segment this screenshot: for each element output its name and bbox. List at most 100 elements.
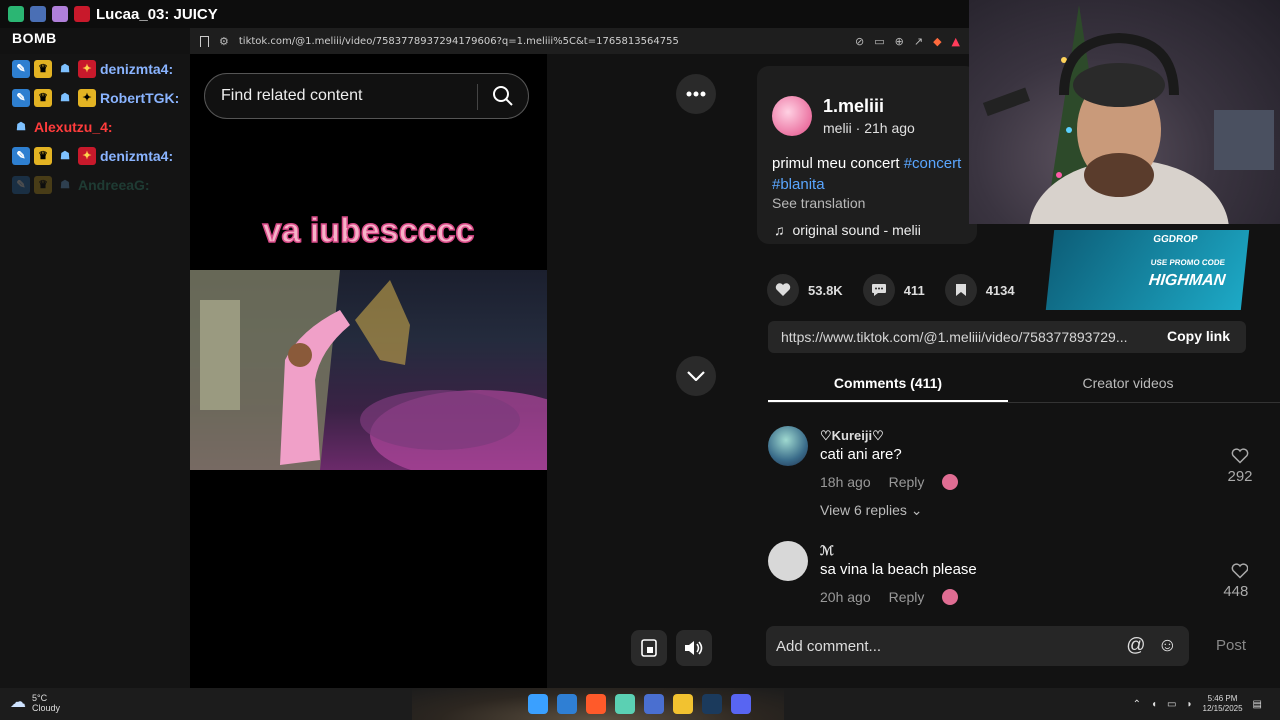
video-frame[interactable]: [190, 270, 547, 470]
like-stat[interactable]: 53.8K: [767, 274, 843, 306]
screen: Lucaa_03: JUICY BOMB ⚙ tiktok.com/@1.mel…: [0, 0, 1280, 720]
promo-label: USE PROMO CODE: [1150, 258, 1226, 267]
heart-outline-icon: [1231, 563, 1248, 579]
zoom-icon[interactable]: ⊕: [895, 35, 904, 48]
chat-message: ✎ ♛ ☗ AndreeaG:: [0, 170, 190, 199]
moderator-icon: ✎: [12, 88, 30, 107]
heart-icon[interactable]: [767, 274, 799, 306]
cloud-icon: ☁: [10, 694, 26, 711]
network-icon[interactable]: ▭: [1167, 699, 1176, 710]
photos-icon[interactable]: [615, 694, 635, 714]
miniplayer-button[interactable]: [631, 630, 667, 666]
commenter-avatar[interactable]: [768, 426, 808, 466]
post-caption: primul meu concert #concert #blanita: [772, 153, 972, 195]
browser-address-bar[interactable]: ⚙ tiktok.com/@1.meliii/video/75837789372…: [190, 28, 970, 54]
comment-stat[interactable]: 411: [862, 274, 925, 306]
brave-browser-icon[interactable]: [586, 694, 606, 714]
emoji-icon[interactable]: ☺: [1158, 635, 1177, 657]
more-options-button[interactable]: [676, 74, 716, 114]
weather-widget[interactable]: ☁ 5°C Cloudy: [10, 693, 60, 713]
share-icon[interactable]: ↗: [914, 35, 923, 48]
chevron-up-icon[interactable]: ⌃: [1133, 699, 1141, 710]
creator-avatar[interactable]: [772, 96, 812, 136]
comment-like[interactable]: 4481: [1220, 563, 1248, 600]
commenter-avatar[interactable]: [768, 541, 808, 581]
bookmark-icon[interactable]: [200, 35, 209, 47]
creator-liked-avatar: [942, 474, 959, 490]
chat-message: ✎ ♛ ☗ ✦ denizmta4:: [0, 54, 190, 83]
url-field[interactable]: tiktok.com/@1.meliii/video/7583778937294…: [239, 36, 845, 47]
commenter-name[interactable]: ℳ: [820, 543, 834, 559]
moderator-icon: ✎: [12, 59, 30, 78]
reply-button[interactable]: Reply: [889, 474, 925, 490]
ghost-icon: ☗: [60, 63, 70, 75]
comment-time: 18h ago: [820, 474, 871, 490]
sub-badge-icon: ✦: [78, 88, 96, 107]
taskbar-apps: [528, 694, 751, 714]
view-replies-button[interactable]: View 6 replies ⌄: [820, 502, 923, 519]
discord-icon[interactable]: [731, 694, 751, 714]
related-search-input[interactable]: Find related content: [204, 73, 529, 119]
video-controls: [547, 54, 737, 688]
no-camera-icon[interactable]: ⊘: [855, 35, 864, 48]
clock[interactable]: 5:46 PM 12/15/2025: [1203, 694, 1243, 714]
comment-meta: 18h ago Reply: [820, 474, 959, 490]
sound-link[interactable]: ♫ original sound - melii: [774, 222, 921, 238]
hashtag-link[interactable]: #blanita: [772, 176, 825, 193]
tab-creator-videos[interactable]: Creator videos: [1008, 364, 1248, 402]
creator-subline: melii · 21h ago: [823, 120, 915, 136]
brave-shield-icon[interactable]: ◆: [933, 35, 941, 48]
steam-icon[interactable]: [702, 694, 722, 714]
comment-meta: 20h ago Reply: [820, 589, 959, 605]
bomb-label: BOMB: [12, 30, 57, 46]
copy-link-button[interactable]: Copy link: [1167, 328, 1230, 344]
save-count: 4134: [985, 282, 1015, 298]
badge-icon: [8, 6, 24, 22]
rewards-icon[interactable]: ▲: [952, 35, 960, 48]
creator-username[interactable]: 1.meliii: [823, 96, 884, 117]
video-player[interactable]: Find related content va iubescccc: [190, 54, 547, 688]
task-view-icon[interactable]: [557, 694, 577, 714]
see-translation-link[interactable]: See translation: [772, 195, 865, 211]
chat-message: ✎ ♛ ☗ ✦ denizmta4:: [0, 141, 190, 170]
windows-start-icon[interactable]: [528, 694, 548, 714]
screen-icon[interactable]: ▭: [874, 35, 884, 48]
tab-comments[interactable]: Comments (411): [768, 364, 1008, 402]
music-note-icon: ♫: [774, 222, 785, 238]
bookmark-icon[interactable]: [944, 274, 977, 306]
chat-username: Alexutzu_4:: [34, 118, 113, 135]
commenter-name[interactable]: ♡Kureiji♡: [820, 428, 884, 444]
notification-icon[interactable]: ▤: [1253, 699, 1262, 710]
save-stat[interactable]: 4134: [944, 274, 1015, 306]
site-settings-icon[interactable]: ⚙: [219, 35, 229, 48]
mention-icon[interactable]: @: [1126, 635, 1145, 657]
hashtag-link[interactable]: #concert: [904, 155, 962, 172]
chevron-down-icon: ⌄: [910, 502, 923, 518]
post-comment-button[interactable]: Post: [1216, 637, 1246, 654]
comment-icon[interactable]: [862, 274, 895, 306]
reply-button[interactable]: Reply: [889, 589, 925, 605]
crown-icon: ♛: [34, 175, 52, 194]
add-comment-input[interactable]: Add comment... @ ☺: [766, 626, 1189, 666]
view-replies-label: View 6 replies: [820, 502, 907, 518]
file-explorer-icon[interactable]: [673, 694, 693, 714]
search-icon[interactable]: [492, 85, 514, 107]
next-video-button[interactable]: [676, 356, 716, 396]
comment-text: sa vina la beach please: [820, 561, 977, 578]
speaker-icon[interactable]: ◖: [1151, 699, 1157, 710]
store-icon[interactable]: [644, 694, 664, 714]
comment-like[interactable]: 292: [1220, 448, 1260, 485]
share-url[interactable]: https://www.tiktok.com/@1.meliii/video/7…: [781, 329, 1151, 345]
volume-icon[interactable]: ◗: [1186, 699, 1192, 710]
weather-temp: 5°C: [32, 693, 48, 703]
windows-taskbar: ☁ 5°C Cloudy ⌃ ◖ ▭ ◗ 5:46 PM 12/15/2025: [0, 688, 1280, 720]
comment-text: cati ani are?: [820, 446, 902, 463]
comment-count: 411: [903, 282, 925, 298]
chat-username: RobertTGK:: [100, 89, 180, 106]
comment-like-count: 4481: [1223, 583, 1248, 600]
sub-badge-icon: ✦: [78, 146, 96, 165]
crown-icon: ♛: [34, 59, 52, 78]
volume-button[interactable]: [676, 630, 712, 666]
share-link-box[interactable]: https://www.tiktok.com/@1.meliii/video/7…: [768, 321, 1246, 353]
system-tray: ⌃ ◖ ▭ ◗ 5:46 PM 12/15/2025 ▤: [1133, 694, 1262, 714]
